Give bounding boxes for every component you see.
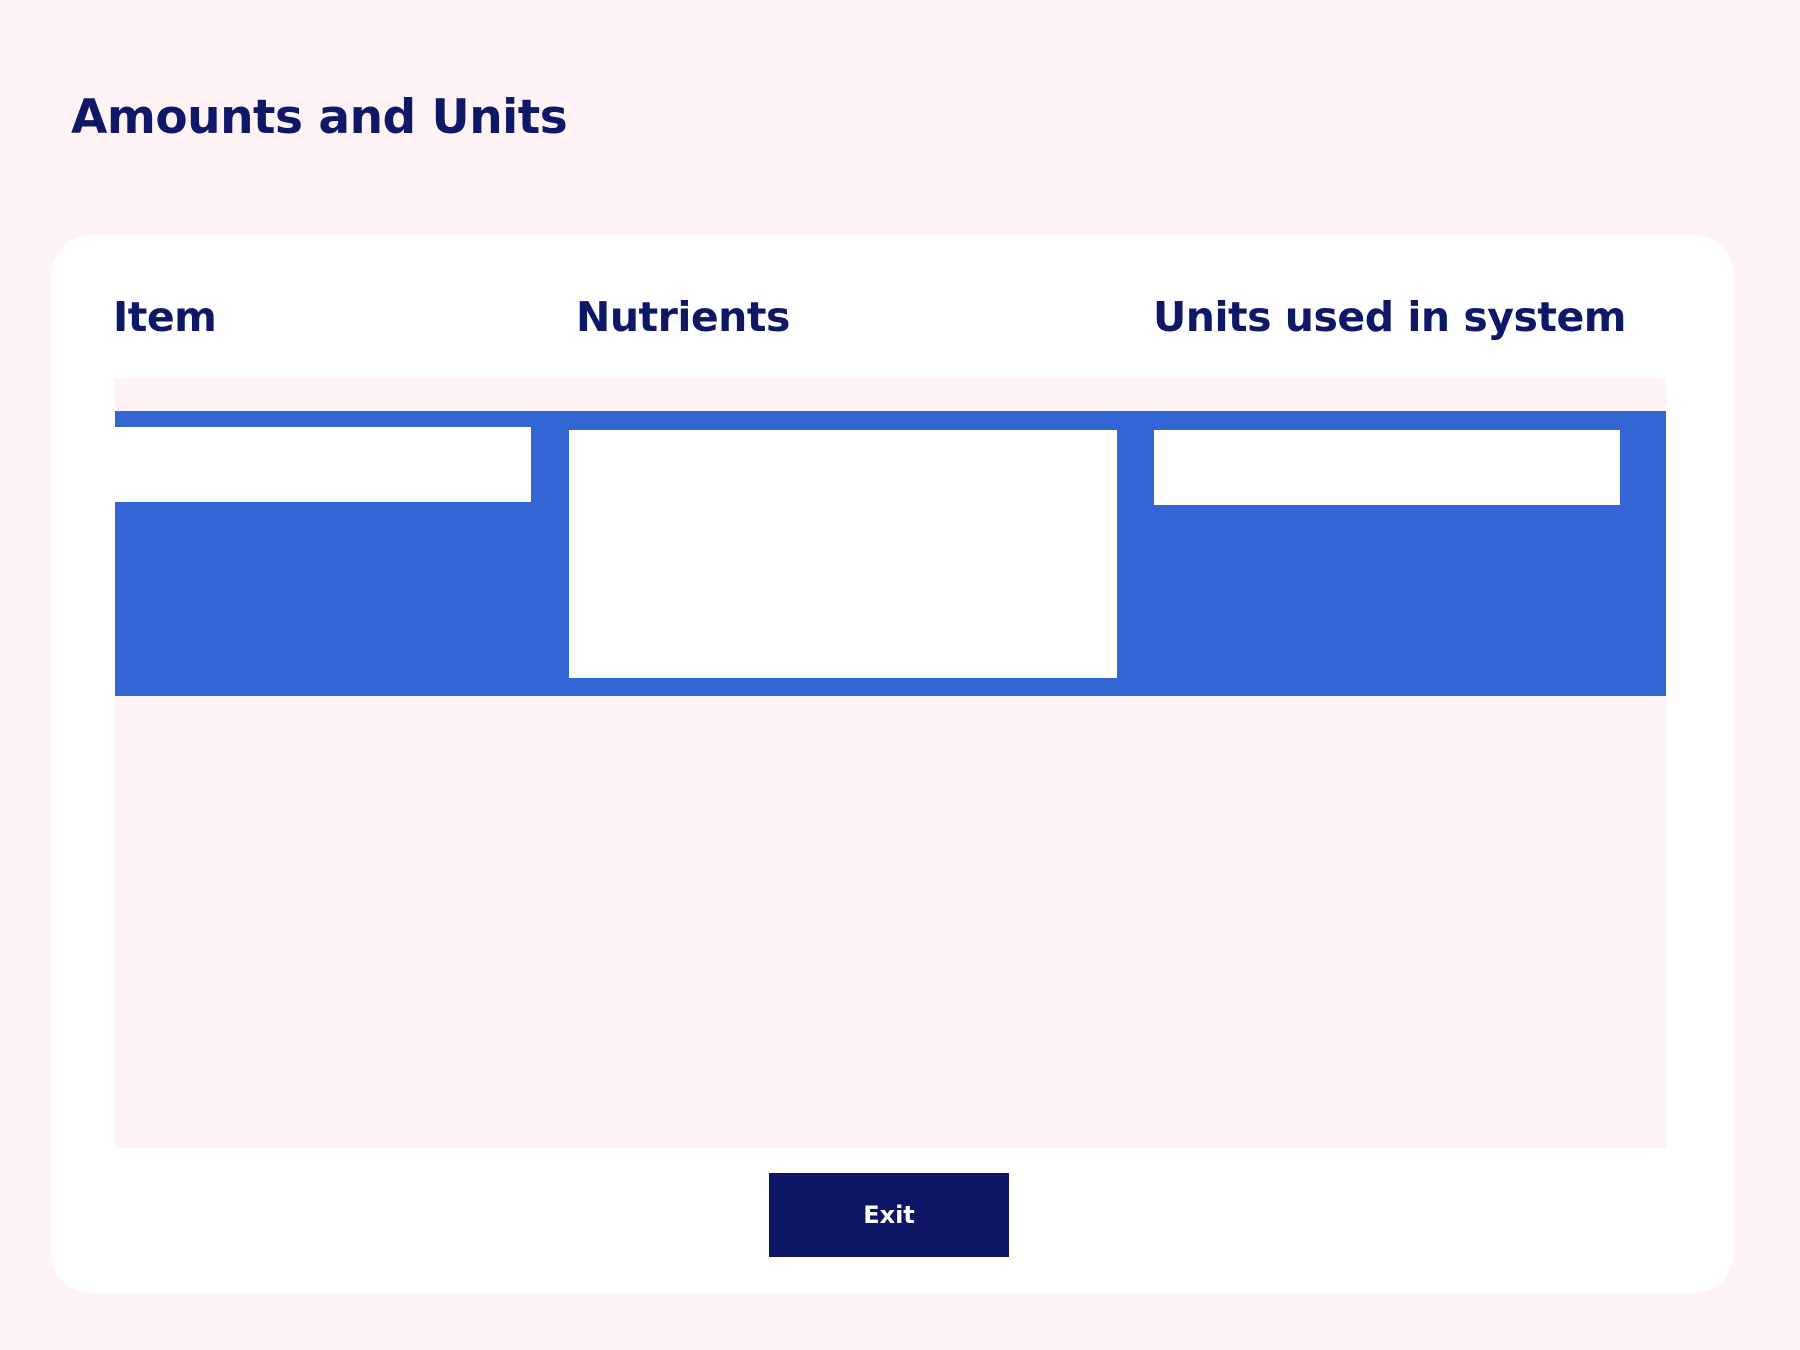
column-header-nutrients: Nutrients	[576, 293, 790, 341]
column-header-item: Item	[113, 293, 217, 341]
nutrients-textarea[interactable]	[569, 430, 1117, 678]
exit-button[interactable]: Exit	[769, 1173, 1009, 1257]
units-input[interactable]	[1154, 430, 1620, 505]
item-input[interactable]	[115, 427, 531, 502]
page-title: Amounts and Units	[71, 90, 568, 145]
column-header-units: Units used in system	[1153, 293, 1627, 341]
